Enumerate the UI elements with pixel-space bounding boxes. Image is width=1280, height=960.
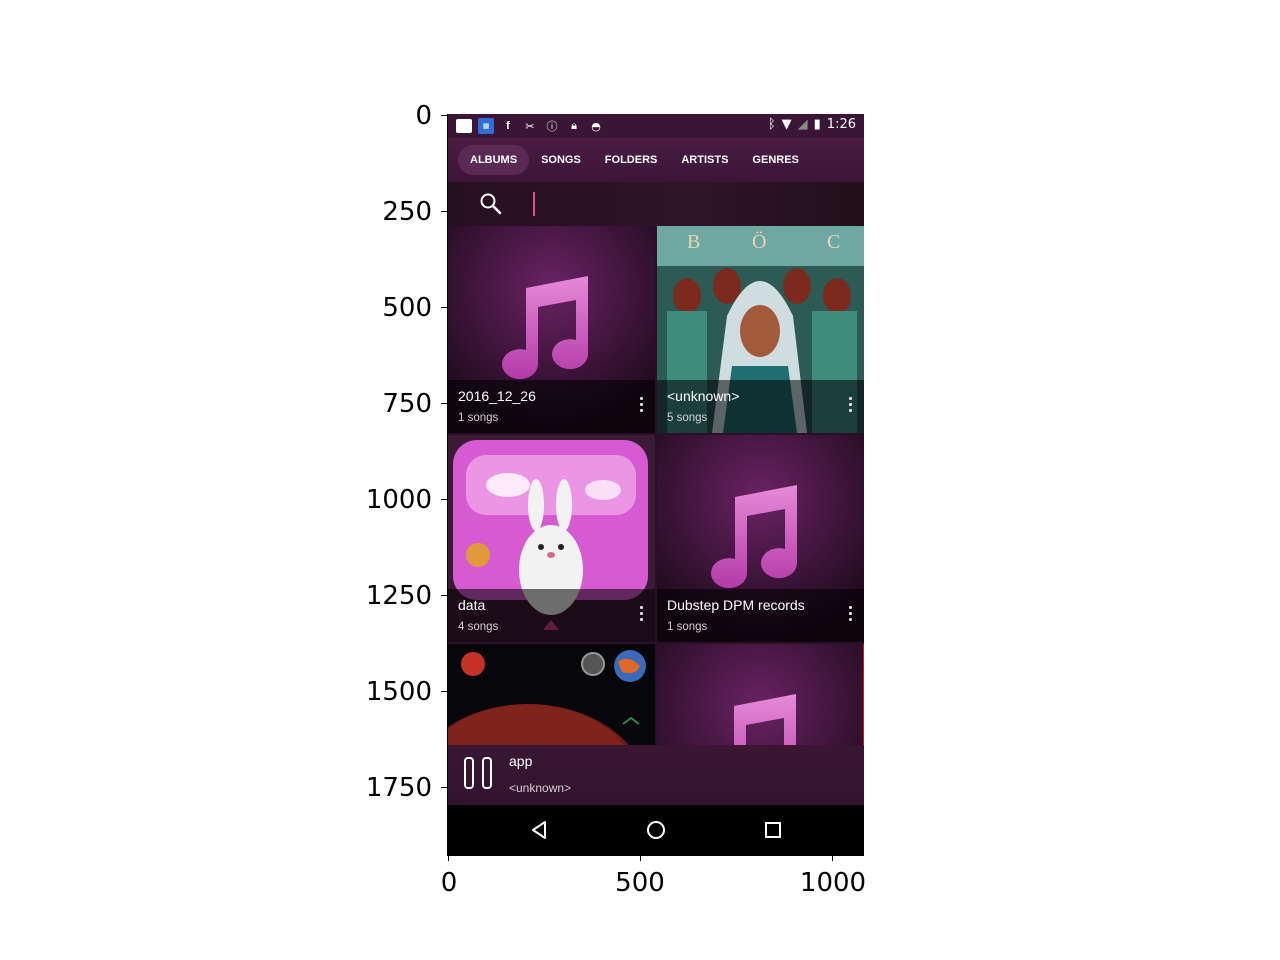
tab-artists[interactable]: ARTISTS <box>669 145 740 175</box>
y-tick <box>441 403 447 404</box>
x-tick-label: 1000 <box>799 868 867 898</box>
home-icon[interactable] <box>645 819 667 841</box>
system-nav-bar <box>448 805 864 855</box>
svg-text:Ö: Ö <box>752 230 766 253</box>
search-icon[interactable] <box>479 192 503 216</box>
y-tick-label: 500 <box>382 293 432 323</box>
battery-icon: ▮ <box>813 117 821 132</box>
now-playing-title: app <box>509 753 533 769</box>
wifi-icon: ▼ <box>781 117 792 132</box>
album-title: 2016_12_26 <box>458 388 536 404</box>
more-options-icon[interactable] <box>844 603 856 627</box>
lock-icon: 🔒︎ <box>571 119 577 132</box>
app-notification-icon: ▦ <box>478 118 494 134</box>
album-meta: Dubstep DPM records 1 songs <box>657 589 864 642</box>
y-tick-label: 1750 <box>365 773 432 803</box>
album-title: Dubstep DPM records <box>667 597 805 613</box>
facebook-icon: f <box>506 120 510 132</box>
album-tile[interactable]: B Ö C <unknown> 5 songs <box>657 226 864 433</box>
tab-genres[interactable]: GENRES <box>740 145 810 175</box>
library-tabs: ALBUMS SONGS FOLDERS ARTISTS GENRES <box>448 138 864 182</box>
album-tile[interactable]: 2016_12_26 1 songs <box>448 226 655 433</box>
tab-albums[interactable]: ALBUMS <box>458 145 530 175</box>
more-options-icon[interactable] <box>635 603 647 627</box>
album-song-count: 4 songs <box>458 621 499 633</box>
album-tile[interactable] <box>448 644 655 745</box>
y-tick <box>441 595 447 596</box>
pause-icon[interactable] <box>462 757 496 793</box>
back-icon[interactable] <box>528 819 550 841</box>
notification-icon <box>456 119 472 133</box>
signal-icon: ◢ <box>797 117 808 132</box>
x-tick-label: 0 <box>440 868 458 898</box>
x-tick <box>448 855 449 861</box>
bluetooth-icon: ᛒ <box>767 117 776 132</box>
now-playing-bar[interactable]: app <unknown> <box>448 745 864 805</box>
phone-screen: ▦ f ✂ ⓘ 🔒︎ ◓ ᛒ ▼ ◢ ▮ 1:26 ALBUMS SONGS F… <box>448 114 864 855</box>
status-time: 1:26 <box>826 117 856 132</box>
svg-text:C: C <box>827 231 840 253</box>
album-song-count: 1 songs <box>458 412 499 424</box>
recents-icon[interactable] <box>762 819 784 841</box>
more-options-icon[interactable] <box>844 394 856 418</box>
x-tick <box>640 855 641 861</box>
tools-icon: ✂ <box>525 119 535 133</box>
text-cursor <box>533 192 535 216</box>
y-tick <box>441 499 447 500</box>
status-bar: ▦ f ✂ ⓘ 🔒︎ ◓ ᛒ ▼ ◢ ▮ 1:26 <box>448 114 864 138</box>
album-song-count: 5 songs <box>667 412 708 424</box>
search-input[interactable] <box>543 190 847 220</box>
y-tick-label: 250 <box>382 197 432 227</box>
album-tile[interactable]: data 4 songs <box>448 435 655 642</box>
x-axis-spine <box>447 855 864 856</box>
album-song-count: 1 songs <box>667 621 708 633</box>
album-title: data <box>458 597 486 613</box>
y-tick-label: 0 <box>415 101 432 131</box>
y-tick-label: 1000 <box>365 485 432 515</box>
album-tile[interactable]: Dubstep DPM records 1 songs <box>657 435 864 642</box>
now-playing-artist: <unknown> <box>509 781 572 795</box>
android-icon: ◓ <box>591 119 601 133</box>
search-bar <box>448 182 864 226</box>
more-options-icon[interactable] <box>635 394 647 418</box>
album-meta: 2016_12_26 1 songs <box>448 380 655 433</box>
y-tick <box>441 211 447 212</box>
tab-folders[interactable]: FOLDERS <box>593 145 670 175</box>
y-tick-label: 1250 <box>365 581 432 611</box>
x-tick-label: 500 <box>615 868 665 898</box>
x-tick <box>832 855 833 861</box>
tab-songs[interactable]: SONGS <box>529 145 593 175</box>
y-tick <box>441 691 447 692</box>
y-tick-label: 1500 <box>365 677 432 707</box>
music-note-icon <box>656 644 863 745</box>
album-tile-selected[interactable] <box>656 644 864 745</box>
album-title: <unknown> <box>667 388 740 404</box>
y-tick-label: 750 <box>382 389 432 419</box>
info-icon: ⓘ <box>546 120 558 133</box>
svg-text:B: B <box>687 231 700 253</box>
y-tick <box>441 787 447 788</box>
album-cover-image <box>448 644 655 745</box>
album-meta: <unknown> 5 songs <box>657 380 864 433</box>
y-tick <box>441 307 447 308</box>
y-tick <box>441 115 447 116</box>
album-meta: data 4 songs <box>448 589 655 642</box>
